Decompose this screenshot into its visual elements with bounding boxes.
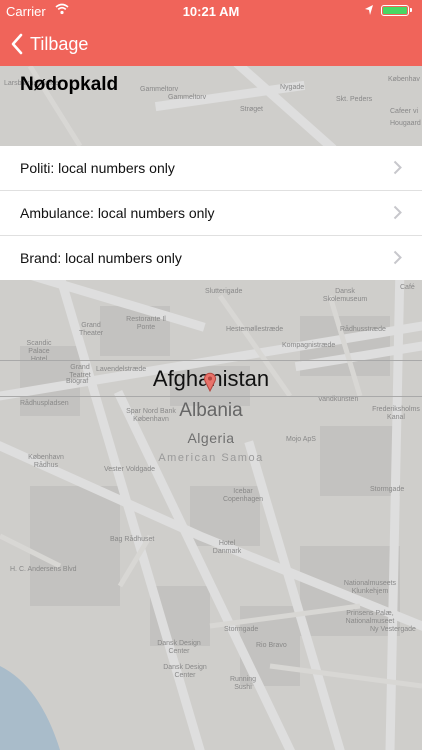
chevron-right-icon xyxy=(393,160,402,175)
status-bar: Carrier 10:21 AM xyxy=(0,0,422,22)
picker-option[interactable]: American Samoa xyxy=(0,452,422,464)
back-button[interactable]: Tilbage xyxy=(10,30,88,58)
emergency-row-police[interactable]: Politi: local numbers only xyxy=(0,146,422,191)
picker-option[interactable]: Albania xyxy=(0,400,422,422)
picker-option[interactable]: Algeria xyxy=(0,430,422,446)
emergency-row-fire[interactable]: Brand: local numbers only xyxy=(0,236,422,280)
emergency-number-list: Politi: local numbers only Ambulance: lo… xyxy=(0,146,422,280)
row-label: Politi: local numbers only xyxy=(20,160,175,176)
battery-icon xyxy=(381,5,412,16)
row-label: Brand: local numbers only xyxy=(20,250,182,266)
chevron-right-icon xyxy=(393,250,402,265)
chevron-left-icon xyxy=(11,33,23,55)
clock: 10:21 AM xyxy=(182,4,240,19)
chevron-right-icon xyxy=(393,205,402,220)
header: Nødopkald xyxy=(0,66,422,146)
emergency-row-ambulance[interactable]: Ambulance: local numbers only xyxy=(0,191,422,236)
map-pin-icon xyxy=(204,372,216,392)
page-title: Nødopkald xyxy=(20,74,119,95)
picker-selection-bottom-line xyxy=(0,396,422,397)
navigation-bar: Carrier 10:21 AM Tilbage xyxy=(0,0,422,66)
row-label: Ambulance: local numbers only xyxy=(20,205,215,221)
picker-selection-top-line xyxy=(0,360,422,361)
back-label: Tilbage xyxy=(30,33,89,54)
location-arrow-icon xyxy=(365,5,373,15)
